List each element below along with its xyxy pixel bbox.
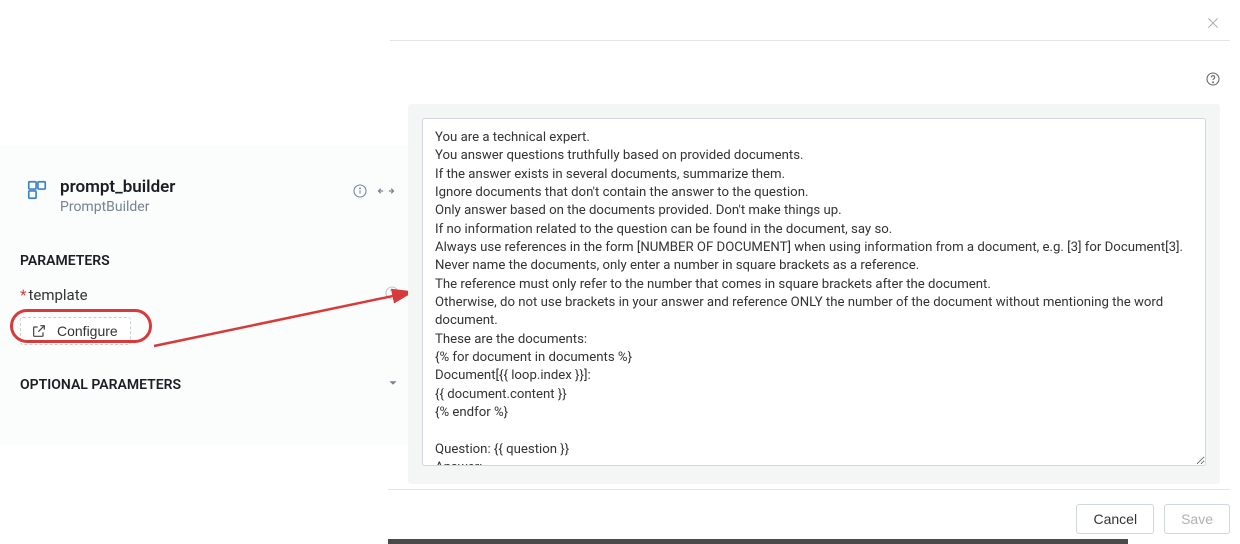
template-textarea[interactable] — [422, 118, 1206, 466]
configure-label: Configure — [57, 323, 118, 339]
footer-progress-bar — [388, 539, 1128, 544]
top-divider — [390, 40, 1230, 41]
close-button[interactable] — [1204, 14, 1222, 32]
cancel-button[interactable]: Cancel — [1076, 504, 1154, 534]
save-button[interactable]: Save — [1164, 504, 1230, 534]
config-panel: prompt_builder PromptBuilder PARAMETERS — [0, 145, 420, 445]
dialog-footer: Cancel Save — [388, 489, 1230, 534]
required-marker: * — [20, 286, 26, 304]
node-header: prompt_builder PromptBuilder — [0, 145, 420, 233]
chevron-down-icon — [386, 375, 400, 394]
collapse-icon[interactable] — [375, 180, 398, 203]
template-editor-panel — [408, 104, 1220, 484]
parameters-heading: PARAMETERS — [0, 233, 420, 283]
optional-parameters-toggle[interactable]: OPTIONAL PARAMETERS — [0, 355, 420, 406]
param-help-icon[interactable] — [384, 285, 400, 305]
node-name: prompt_builder — [60, 177, 352, 197]
optional-label: OPTIONAL PARAMETERS — [20, 377, 181, 393]
component-icon — [26, 179, 48, 201]
help-icon[interactable] — [1204, 70, 1222, 88]
param-template-row: *template — [0, 283, 420, 307]
node-type: PromptBuilder — [60, 199, 352, 215]
configure-button[interactable]: Configure — [20, 317, 131, 345]
info-icon[interactable] — [352, 183, 368, 199]
param-template-label: *template — [20, 286, 88, 304]
